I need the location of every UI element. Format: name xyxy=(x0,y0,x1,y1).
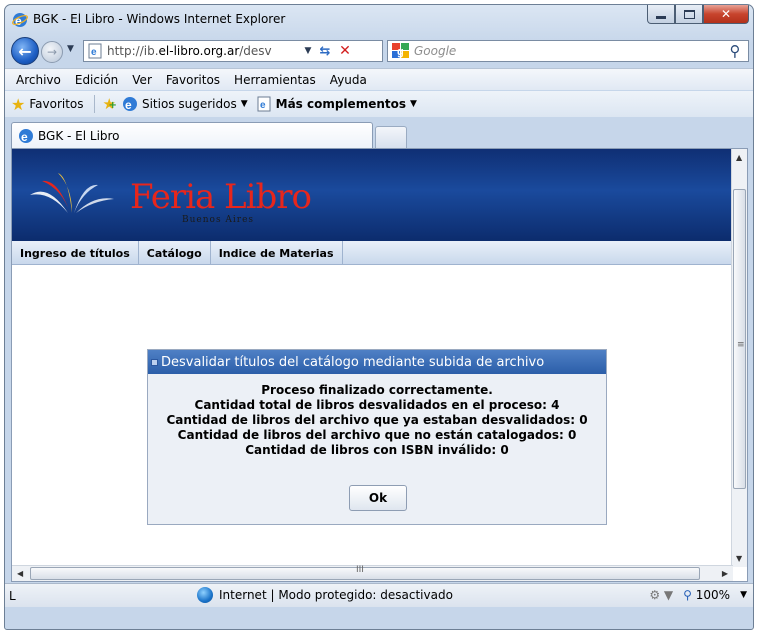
result-dialog: Desvalidar títulos del catálogo mediante… xyxy=(147,349,607,525)
globe-icon xyxy=(197,587,213,603)
window-controls: ✕ xyxy=(647,5,749,25)
security-zone[interactable]: Internet | Modo protegido: desactivado xyxy=(197,587,453,603)
chevron-down-icon: ▼ xyxy=(240,99,248,109)
tab-bgk[interactable]: e BGK - El Libro xyxy=(11,122,373,148)
horizontal-scroll-thumb[interactable]: III xyxy=(30,565,700,580)
refresh-icon[interactable]: ⇆ xyxy=(315,44,335,59)
scroll-right-icon[interactable]: ▶ xyxy=(722,569,728,578)
svg-text:e: e xyxy=(125,98,132,112)
menu-archivo[interactable]: Archivo xyxy=(9,73,68,87)
dialog-line: Cantidad total de libros desvalidados en… xyxy=(194,398,560,412)
protected-mode-icon[interactable]: ⚙ ▼ xyxy=(649,588,673,602)
site-nav-catalogo[interactable]: Catálogo xyxy=(139,241,211,265)
book-logo-icon xyxy=(30,173,114,213)
favorites-bar: ★ Favoritos ★ + e Sitios sugeridos ▼ e Má… xyxy=(5,91,753,117)
close-icon: ✕ xyxy=(720,7,732,21)
back-arrow-icon: ← xyxy=(18,41,32,61)
minimize-button[interactable] xyxy=(647,5,675,24)
menu-bar: Archivo Edición Ver Favoritos Herramient… xyxy=(5,68,753,90)
browser-window: e BGK - El Libro - Windows Internet Expl… xyxy=(4,4,754,630)
grip-icon: III xyxy=(356,565,364,575)
favorites-label: Favoritos xyxy=(29,97,84,111)
horizontal-scrollbar[interactable]: ◀ III ▶ xyxy=(12,565,733,581)
menu-favoritos[interactable]: Favoritos xyxy=(159,73,227,87)
scroll-left-icon[interactable]: ◀ xyxy=(17,569,23,578)
zoom-control[interactable]: ⚲ 100% xyxy=(683,588,730,602)
close-button[interactable]: ✕ xyxy=(703,5,749,24)
favorites-button[interactable]: ★ Favoritos xyxy=(11,95,84,114)
logo-subtitle: Buenos Aires xyxy=(182,215,255,225)
search-icon[interactable]: ⚲ xyxy=(722,42,748,60)
svg-text:e: e xyxy=(91,47,97,58)
search-placeholder[interactable]: Google xyxy=(414,44,722,58)
page-content: Feria Libro Buenos Aires Ingreso de títu… xyxy=(11,148,748,582)
back-button[interactable]: ← xyxy=(11,37,39,65)
dialog-line: Cantidad de libros del archivo que ya es… xyxy=(166,413,588,427)
svg-text:g: g xyxy=(397,46,404,58)
star-icon: ★ xyxy=(11,94,26,114)
google-icon: g xyxy=(392,43,409,58)
status-controls: ⚙ ▼ ⚲ 100% ▼ xyxy=(649,588,747,602)
minimize-icon xyxy=(656,15,666,19)
navigation-bar: ← → ▼ e http://ib.el-libro.org.ar/desv ▼… xyxy=(5,35,753,67)
maximize-icon xyxy=(683,9,695,19)
dialog-line: Cantidad de libros del archivo que no es… xyxy=(177,428,577,442)
suggested-sites-label: Sitios sugeridos xyxy=(141,97,237,111)
window-title: BGK - El Libro - Windows Internet Explor… xyxy=(33,12,286,26)
vertical-scroll-thumb[interactable]: ≡ xyxy=(733,189,746,489)
vertical-scrollbar[interactable]: ▲ ≡ ▼ xyxy=(731,149,747,567)
status-text: L xyxy=(9,589,16,603)
add-favorite-icon[interactable]: ★ + xyxy=(103,95,117,113)
site-nav-materias[interactable]: Indice de Materias xyxy=(211,241,343,265)
menu-ayuda[interactable]: Ayuda xyxy=(323,73,374,87)
address-dropdown[interactable]: ▼ xyxy=(301,46,315,56)
new-tab-button[interactable] xyxy=(375,126,407,148)
zoom-dropdown[interactable]: ▼ xyxy=(740,590,747,600)
page-icon: e xyxy=(257,96,271,112)
ie-icon: e xyxy=(19,128,33,144)
separator xyxy=(93,95,95,113)
site-nav: Ingreso de títulos Catálogo Indice de Ma… xyxy=(12,241,733,265)
tab-row: e BGK - El Libro xyxy=(5,118,753,148)
url-text[interactable]: http://ib.el-libro.org.ar/desv xyxy=(107,44,301,58)
ok-button[interactable]: Ok xyxy=(349,485,407,511)
maximize-button[interactable] xyxy=(675,5,703,24)
history-dropdown[interactable]: ▼ xyxy=(67,44,74,54)
ie-icon: e xyxy=(122,97,137,112)
suggested-sites-button[interactable]: e Sitios sugeridos ▼ xyxy=(122,96,248,112)
site-header: Feria Libro Buenos Aires xyxy=(12,149,733,241)
zoom-level: 100% xyxy=(695,588,731,602)
dialog-titlebar: Desvalidar títulos del catálogo mediante… xyxy=(148,350,606,374)
scroll-up-icon[interactable]: ▲ xyxy=(736,153,742,162)
address-bar[interactable]: e http://ib.el-libro.org.ar/desv ▼ ⇆ ✕ xyxy=(83,40,383,62)
grip-icon: ≡ xyxy=(737,340,745,350)
addons-button[interactable]: e Más complementos ▼ xyxy=(256,96,417,112)
title-bar: e BGK - El Libro - Windows Internet Expl… xyxy=(5,5,753,35)
zone-text: Internet | Modo protegido: desactivado xyxy=(219,588,453,602)
dialog-icon xyxy=(151,358,158,366)
search-bar[interactable]: g Google ⚲ xyxy=(387,40,749,62)
dialog-line: Cantidad de libros con ISBN inválido: 0 xyxy=(245,443,509,457)
forward-arrow-icon: → xyxy=(46,45,58,59)
chevron-down-icon: ▼ xyxy=(410,99,417,109)
svg-text:e: e xyxy=(260,100,266,111)
dialog-title: Desvalidar títulos del catálogo mediante… xyxy=(161,354,545,370)
menu-herramientas[interactable]: Herramientas xyxy=(227,73,323,87)
status-bar: L Internet | Modo protegido: desactivado… xyxy=(5,583,753,607)
zoom-icon: ⚲ xyxy=(683,588,692,602)
forward-button[interactable]: → xyxy=(41,41,63,63)
menu-edicion[interactable]: Edición xyxy=(68,73,125,87)
dialog-line: Proceso finalizado correctamente. xyxy=(261,383,493,397)
page-icon: e xyxy=(88,43,102,59)
ie-icon: e xyxy=(12,13,28,28)
site-nav-ingreso[interactable]: Ingreso de títulos xyxy=(12,241,139,265)
logo-title: Feria Libro xyxy=(130,177,312,217)
dialog-message: Proceso finalizado correctamente. Cantid… xyxy=(148,374,606,458)
svg-text:e: e xyxy=(21,130,28,144)
stop-icon[interactable]: ✕ xyxy=(335,43,355,59)
scroll-down-icon[interactable]: ▼ xyxy=(736,554,742,563)
menu-ver[interactable]: Ver xyxy=(125,73,159,87)
tab-title: BGK - El Libro xyxy=(38,128,120,143)
addons-label: Más complementos xyxy=(275,97,406,111)
